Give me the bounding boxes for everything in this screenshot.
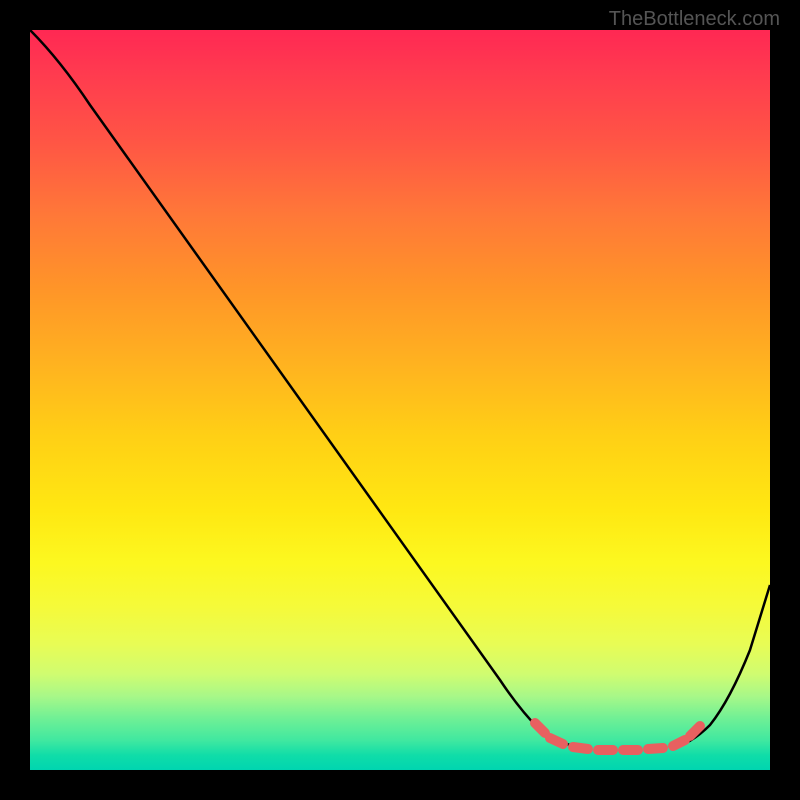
chart-svg bbox=[30, 30, 770, 770]
dash-3 bbox=[573, 747, 588, 749]
bottleneck-curve-left bbox=[30, 30, 585, 748]
dash-7 bbox=[673, 740, 685, 746]
chart-area bbox=[30, 30, 770, 770]
watermark-text: TheBottleneck.com bbox=[609, 8, 780, 31]
optimal-zone-dashes bbox=[535, 723, 700, 750]
dash-1 bbox=[535, 723, 545, 733]
dash-2 bbox=[550, 738, 563, 744]
dash-8 bbox=[690, 726, 700, 736]
dash-6 bbox=[648, 748, 663, 749]
bottleneck-curve-right bbox=[670, 585, 770, 748]
